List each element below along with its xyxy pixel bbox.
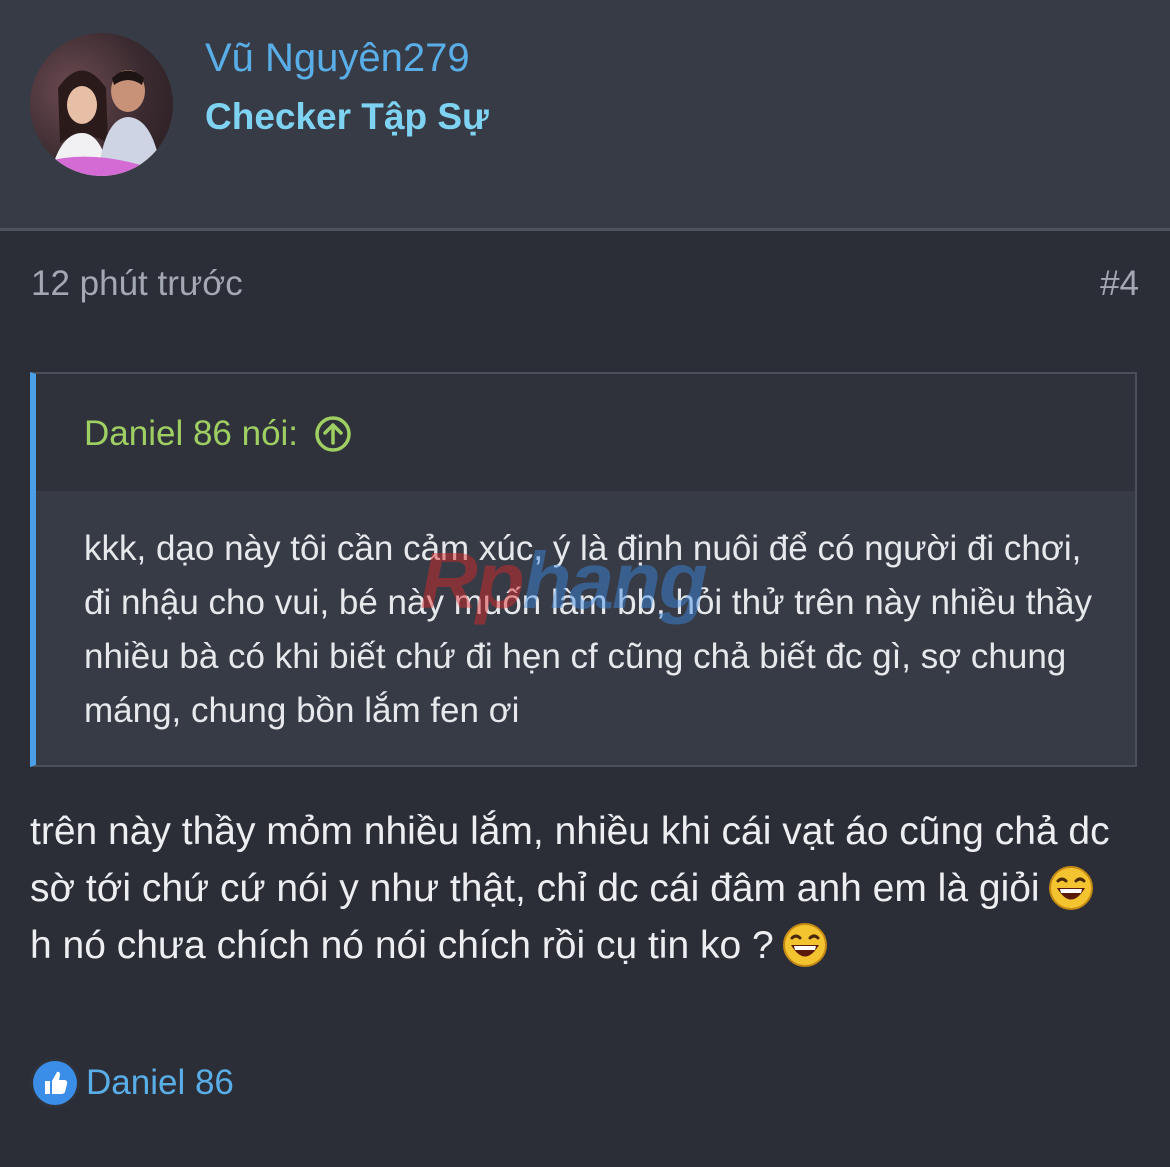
post-number[interactable]: #4 [1100,264,1139,304]
quote-header: Daniel 86 nói: [36,374,1135,491]
post-text-line2: h nó chưa chích nó nói chích rồi cụ tin … [30,924,774,967]
post-header: Vũ Nguyên279 Checker Tập Sự [0,0,1170,231]
reaction-bar: Daniel 86 [30,1056,234,1110]
post-timestamp[interactable]: 12 phút trước [31,264,243,304]
avatar[interactable] [30,33,173,176]
user-title: Checker Tập Sự [205,96,489,137]
laughing-emoji-icon [782,922,828,968]
watermark-logo: Rphang [420,535,708,627]
post-message: trên này thầy mỏm nhiều lắm, nhiều khi c… [30,803,1145,974]
watermark-part1: Rp [420,536,525,625]
arrow-up-circle-icon[interactable] [314,415,352,453]
post-text-line1: trên này thầy mỏm nhiều lắm, nhiều khi c… [30,810,1110,910]
quote-author-link[interactable]: Daniel 86 nói: [84,414,352,454]
laughing-emoji-icon [1048,865,1094,911]
reaction-user[interactable]: Daniel 86 [86,1063,234,1103]
watermark-part2: hang [522,536,708,625]
quote-author: Daniel 86 nói: [84,414,299,453]
username[interactable]: Vũ Nguyên279 [205,36,470,81]
like-icon[interactable] [30,1058,80,1108]
